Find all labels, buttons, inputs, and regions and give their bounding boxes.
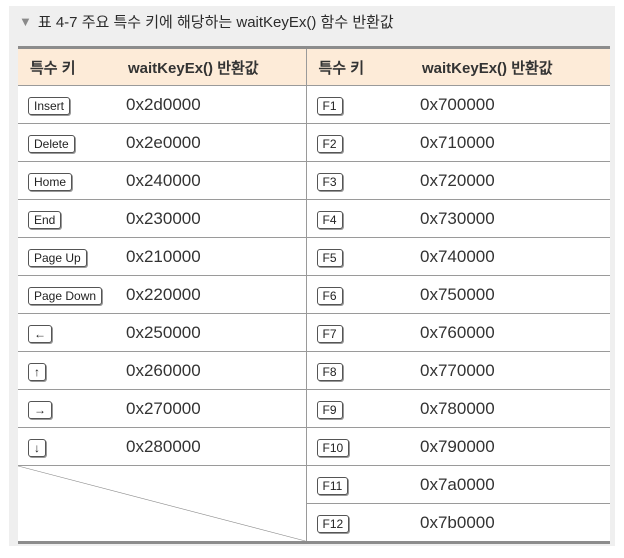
left-arrow-keycap: ←: [28, 324, 52, 343]
key-cell: ←: [18, 313, 116, 352]
key-cell: F1: [306, 85, 410, 124]
table-row: F11 0x7a0000: [18, 465, 610, 543]
value-cell: 0x2d0000: [116, 85, 307, 124]
key-cell: Insert: [18, 85, 116, 124]
key-cell: ↑: [18, 351, 116, 390]
right-arrow-keycap: →: [28, 400, 52, 419]
table-row: Page Down 0x220000 F6 0x750000: [18, 275, 610, 314]
key-cell: Page Down: [18, 275, 116, 314]
table-caption: ▼ 표 4-7 주요 특수 키에 해당하는 waitKeyEx() 함수 반환값: [19, 11, 394, 32]
table-row: Home 0x240000 F3 0x720000: [18, 161, 610, 200]
value-cell: 0x790000: [410, 427, 610, 466]
header-value-left: waitKeyEx() 반환값: [116, 47, 307, 86]
table-row: Delete 0x2e0000 F2 0x710000: [18, 123, 610, 162]
value-cell: 0x700000: [410, 85, 610, 124]
keycap: F12: [316, 514, 350, 533]
value-cell: 0x250000: [116, 313, 307, 352]
chevron-down-icon: ▼: [19, 14, 32, 29]
header-row: 특수 키 waitKeyEx() 반환값 특수 키 waitKeyEx() 반환…: [18, 47, 610, 86]
value-cell: 0x730000: [410, 199, 610, 238]
value-cell: 0x7a0000: [410, 465, 610, 504]
value-cell: 0x210000: [116, 237, 307, 276]
keycap: F5: [316, 248, 343, 267]
table-figure: ▼ 표 4-7 주요 특수 키에 해당하는 waitKeyEx() 함수 반환값…: [9, 6, 615, 546]
value-cell: 0x220000: [116, 275, 307, 314]
keycap: Page Up: [28, 248, 87, 267]
value-cell: 0x760000: [410, 313, 610, 352]
table-row: ↑ 0x260000 F8 0x770000: [18, 351, 610, 390]
value-cell: 0x2e0000: [116, 123, 307, 162]
value-cell: 0x770000: [410, 351, 610, 390]
keycap: Delete: [28, 134, 75, 153]
key-cell: Delete: [18, 123, 116, 162]
keycap: F1: [316, 96, 343, 115]
caption-text: 표 4-7 주요 특수 키에 해당하는 waitKeyEx() 함수 반환값: [37, 14, 394, 31]
value-cell: 0x7b0000: [420, 512, 495, 532]
diagonal-line: [18, 466, 306, 541]
keycap: F7: [316, 324, 343, 343]
keycap: Home: [28, 172, 73, 191]
table-row: Insert 0x2d0000 F1 0x700000: [18, 85, 610, 124]
header-key-left: 특수 키: [18, 47, 116, 86]
up-arrow-keycap: ↑: [28, 362, 46, 381]
key-cell: F8: [306, 351, 410, 390]
value-cell: 0x710000: [410, 123, 610, 162]
header-key-right: 특수 키: [306, 47, 410, 86]
value-cell: 0x260000: [116, 351, 307, 390]
down-arrow-keycap: ↓: [28, 438, 46, 457]
key-cell: F5: [306, 237, 410, 276]
key-cell: →: [18, 389, 116, 428]
key-cell: Page Up: [18, 237, 116, 276]
key-cell: F7: [306, 313, 410, 352]
keycap: F10: [316, 438, 350, 457]
keycap: F9: [316, 400, 343, 419]
empty-diagonal-cell: [18, 465, 307, 543]
value-cell: 0x270000: [116, 389, 307, 428]
table-row: End 0x230000 F4 0x730000: [18, 199, 610, 238]
keycap: Page Down: [28, 286, 103, 305]
value-cell: 0x230000: [116, 199, 307, 238]
keycap: F6: [316, 286, 343, 305]
table-row: ← 0x250000 F7 0x760000: [18, 313, 610, 352]
value-cell: 0x780000: [410, 389, 610, 428]
key-cell: ↓: [18, 427, 116, 466]
key-cell: F10: [306, 427, 410, 466]
keycap: F8: [316, 362, 343, 381]
value-cell: 0x280000: [116, 427, 307, 466]
keycap: F2: [316, 134, 343, 153]
key-cell: F2: [306, 123, 410, 162]
value-cell: 0x740000: [410, 237, 610, 276]
keycap: Insert: [28, 96, 71, 115]
keycap: F11: [316, 476, 349, 495]
table-row: Page Up 0x210000 F5 0x740000: [18, 237, 610, 276]
key-cell: End: [18, 199, 116, 238]
header-value-right: waitKeyEx() 반환값: [410, 47, 610, 86]
value-cell: 0x750000: [410, 275, 610, 314]
key-cell: Home: [18, 161, 116, 200]
key-cell: F11: [306, 465, 410, 504]
table-row: ↓ 0x280000 F10 0x790000: [18, 427, 610, 466]
key-cell: F4: [306, 199, 410, 238]
key-cell: F9: [306, 389, 410, 428]
table-row: → 0x270000 F9 0x780000: [18, 389, 610, 428]
key-cell: F12: [306, 504, 410, 543]
keycap: End: [28, 210, 62, 229]
special-key-table: 특수 키 waitKeyEx() 반환값 특수 키 waitKeyEx() 반환…: [18, 46, 610, 544]
key-cell: F3: [306, 161, 410, 200]
value-cell: 0x240000: [116, 161, 307, 200]
value-cell: 0x720000: [410, 161, 610, 200]
key-cell: F6: [306, 275, 410, 314]
keycap: F3: [316, 172, 343, 191]
keycap: F4: [316, 210, 343, 229]
